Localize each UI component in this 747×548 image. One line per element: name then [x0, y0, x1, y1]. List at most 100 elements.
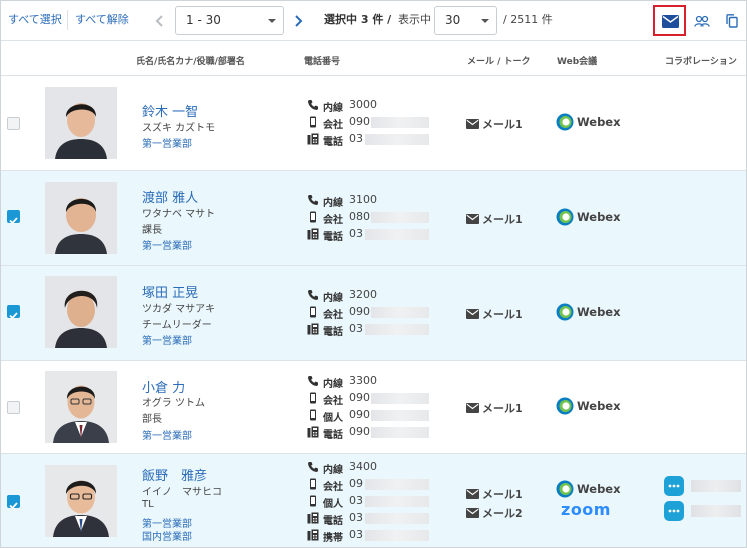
table-header: 氏名/氏名カナ/役職/部署名 電話番号 メール / トーク Web会議 コラボレ… [1, 41, 746, 76]
webex-link[interactable]: Webex [556, 113, 621, 131]
redacted-number [371, 410, 429, 421]
copy-icon [726, 14, 738, 28]
redacted-number [365, 229, 429, 240]
row-checkbox[interactable] [7, 117, 20, 130]
per-page-select[interactable]: 30 [434, 6, 497, 35]
redacted-number [371, 427, 429, 438]
table-row[interactable]: 小倉 力 オグラ ツトム 部長 第一営業部 内線 3300 会社 090 個人 090… [1, 361, 746, 454]
toolbar: すべて選択 すべて解除 1 - 30 選択中 3 件 / 表示中 30 / 25… [1, 1, 746, 41]
contact-list-window: すべて選択 すべて解除 1 - 30 選択中 3 件 / 表示中 30 / 25… [0, 0, 747, 548]
mobile-icon [310, 116, 316, 128]
caret-down-icon [268, 19, 276, 23]
header-mail[interactable]: メール / トーク [467, 54, 531, 67]
mail-icon [466, 119, 479, 129]
mail-link[interactable]: メール2 [466, 505, 523, 521]
redacted-number [371, 307, 429, 318]
webex-link[interactable]: Webex [556, 397, 621, 415]
webex-icon [556, 208, 574, 226]
webex-link[interactable]: Webex [556, 480, 621, 498]
avatar [45, 276, 117, 348]
talk-app-button[interactable] [664, 476, 684, 496]
person-role: 部長 [142, 414, 162, 425]
person-name[interactable]: 塚田 正晃 [142, 282, 198, 301]
person-name[interactable]: 渡部 雅人 [142, 187, 198, 206]
total-count: / 2511 件 [503, 13, 553, 26]
person-role: 課長 [142, 225, 162, 236]
selected-count: 選択中 3 件 / [324, 13, 392, 26]
avatar [45, 465, 117, 537]
avatar [45, 87, 117, 159]
header-name[interactable]: 氏名/氏名カナ/役職/部署名 [136, 54, 245, 67]
redacted-number [371, 212, 429, 223]
redacted-number [371, 117, 429, 128]
talk-app-button[interactable] [664, 501, 684, 521]
fax-icon [307, 228, 319, 240]
mobile-icon [310, 211, 316, 223]
showing-label: 表示中 [398, 13, 431, 26]
group-button[interactable] [691, 10, 713, 32]
row-checkbox[interactable] [7, 401, 20, 414]
person-dept[interactable]: 第一営業部 [142, 135, 192, 150]
header-web[interactable]: Web会議 [557, 54, 597, 67]
table-row[interactable]: 飯野 雅彦 イイノ マサヒコ TL 第一営業部 国内営業部 内線 3400 会社 0… [1, 454, 746, 547]
avatar [45, 182, 117, 254]
redacted-collab-id [691, 505, 741, 517]
send-mail-button[interactable] [659, 10, 681, 32]
mail-icon [661, 14, 679, 28]
mail-icon [466, 214, 479, 224]
fax-icon [307, 426, 319, 438]
webex-link[interactable]: Webex [556, 303, 621, 321]
person-dept-secondary[interactable]: 国内営業部 [142, 528, 192, 543]
caret-down-icon [481, 19, 489, 23]
person-kana: スズキ カズトモ [142, 123, 216, 134]
chat-bubble-icon [668, 509, 680, 513]
mail-link[interactable]: メール1 [466, 116, 523, 132]
row-checkbox[interactable] [7, 495, 20, 510]
table-row[interactable]: 鈴木 一智 スズキ カズトモ 第一営業部 内線 3000 会社 090 電話 03 メ… [1, 76, 746, 171]
header-phone[interactable]: 電話番号 [304, 54, 340, 67]
table-row[interactable]: 塚田 正晃 ツカダ マサアキ チームリーダー 第一営業部 内線 3200 会社 09… [1, 266, 746, 361]
table-row[interactable]: 渡部 雅人 ワタナベ マサト 課長 第一営業部 内線 3100 会社 080 電話 0… [1, 171, 746, 266]
phone-icon [308, 462, 318, 472]
fax-icon [307, 529, 319, 541]
phone-icon [308, 290, 318, 300]
row-checkbox[interactable] [7, 305, 20, 320]
select-all-link[interactable]: すべて選択 [8, 14, 62, 26]
row-checkbox[interactable] [7, 210, 20, 225]
person-name[interactable]: 鈴木 一智 [142, 101, 198, 120]
person-dept[interactable]: 第一営業部 [142, 332, 192, 347]
redacted-number [365, 496, 429, 507]
mail-link[interactable]: メール1 [466, 306, 523, 322]
redacted-number [365, 479, 429, 490]
per-page-value: 30 [445, 13, 461, 27]
person-name[interactable]: 飯野 雅彦 [142, 465, 207, 484]
redacted-number [371, 393, 429, 404]
mail-link[interactable]: メール1 [466, 486, 523, 502]
person-dept[interactable]: 第一営業部 [142, 427, 192, 442]
zoom-link[interactable]: zoom [561, 500, 611, 519]
webex-icon [556, 113, 574, 131]
person-dept[interactable]: 第一営業部 [142, 237, 192, 252]
chat-bubble-icon [668, 484, 680, 488]
fax-icon [307, 133, 319, 145]
deselect-all-link[interactable]: すべて解除 [75, 14, 129, 26]
chevron-left-icon[interactable] [153, 13, 167, 29]
header-collab[interactable]: コラボレーション [665, 54, 737, 67]
group-icon [694, 15, 710, 27]
copy-button[interactable] [721, 10, 743, 32]
redacted-collab-id [691, 480, 741, 492]
webex-link[interactable]: Webex [556, 208, 621, 226]
page-range-select[interactable]: 1 - 30 [175, 6, 284, 35]
phone-icon [308, 100, 318, 110]
webex-icon [556, 480, 574, 498]
toolbar-divider [67, 10, 68, 30]
mail-link[interactable]: メール1 [466, 211, 523, 227]
chevron-right-icon[interactable] [291, 13, 305, 29]
mobile-icon [310, 495, 316, 507]
redacted-number [365, 513, 429, 524]
mail-link[interactable]: メール1 [466, 400, 523, 416]
mail-icon [466, 489, 479, 499]
checkmark-icon [9, 217, 18, 225]
mail-icon [466, 309, 479, 319]
mail-icon [466, 508, 479, 518]
